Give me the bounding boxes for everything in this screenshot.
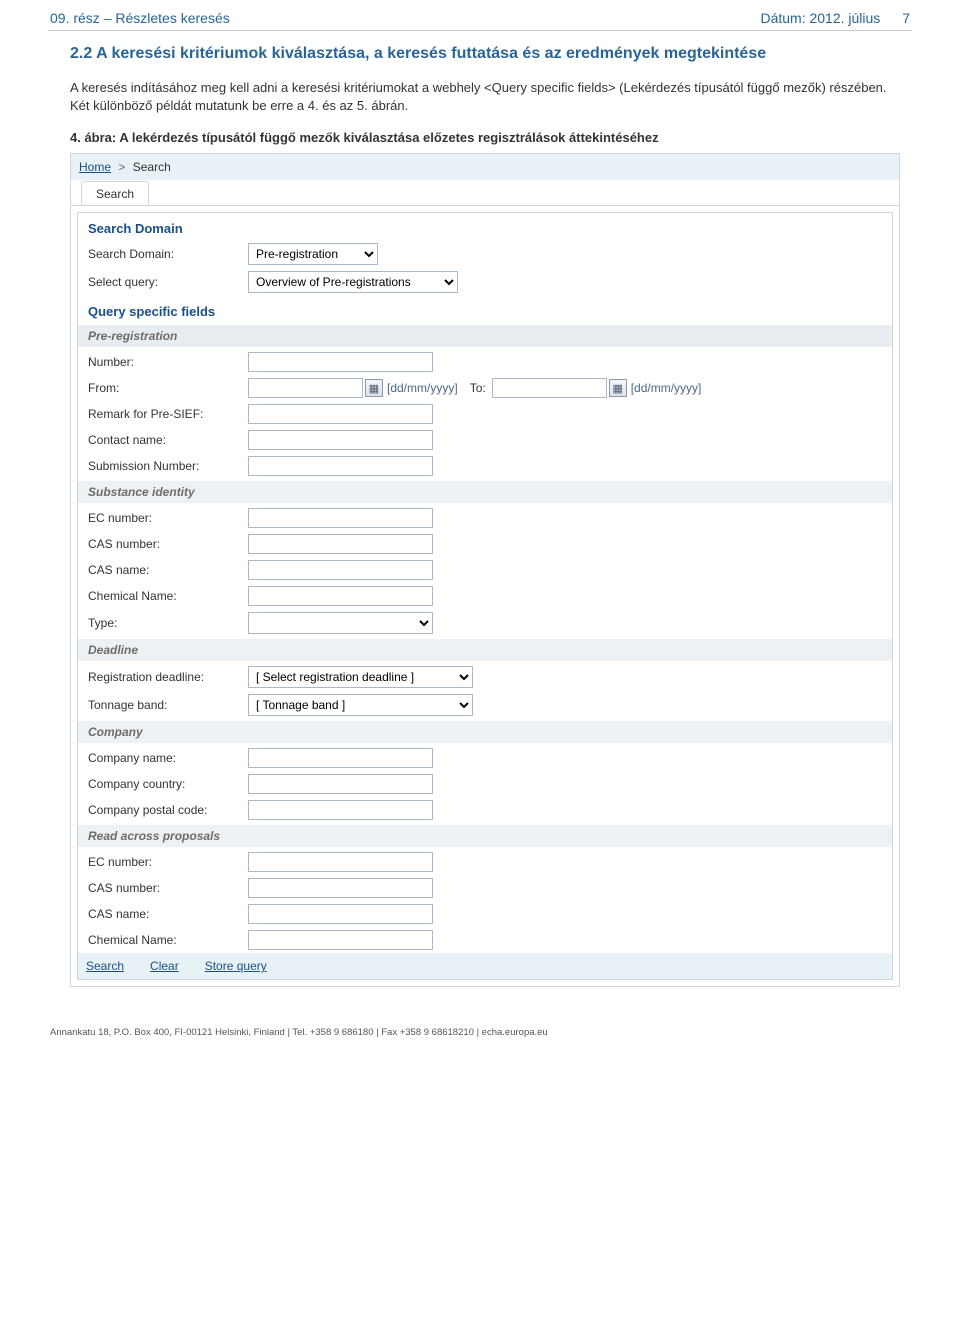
ec-input-2[interactable] xyxy=(248,852,433,872)
to-date-input[interactable] xyxy=(492,378,607,398)
chemname-input[interactable] xyxy=(248,586,433,606)
breadcrumb: Home > Search xyxy=(71,154,899,180)
label-regdeadline: Registration deadline: xyxy=(88,670,248,684)
label-ec2: EC number: xyxy=(88,855,248,869)
header-right: Dátum: 2012. július 7 xyxy=(760,10,910,26)
header-rule xyxy=(48,30,912,31)
breadcrumb-current: Search xyxy=(133,160,171,174)
tab-search[interactable]: Search xyxy=(81,181,149,205)
regdeadline-select[interactable]: [ Select registration deadline ] xyxy=(248,666,473,688)
page-header: 09. rész – Részletes keresés Dátum: 2012… xyxy=(0,0,960,30)
section-paragraph: A keresés indításához meg kell adni a ke… xyxy=(70,79,900,117)
type-select[interactable] xyxy=(248,612,433,634)
tabbar: Search xyxy=(71,180,899,206)
clear-button[interactable]: Clear xyxy=(150,959,179,973)
contact-input[interactable] xyxy=(248,430,433,450)
store-query-button[interactable]: Store query xyxy=(205,959,267,973)
page-number: 7 xyxy=(902,10,910,26)
search-app: Home > Search Search Search Domain Searc… xyxy=(70,153,900,987)
label-search-domain: Search Domain: xyxy=(88,247,248,261)
to-date-hint: [dd/mm/yyyy] xyxy=(631,381,702,395)
header-date: Dátum: 2012. július xyxy=(760,10,880,26)
section-title: 2.2 A keresési kritériumok kiválasztása,… xyxy=(70,43,900,65)
search-domain-title: Search Domain xyxy=(78,213,892,240)
label-type: Type: xyxy=(88,616,248,630)
company-country-input[interactable] xyxy=(248,774,433,794)
tonnage-select[interactable]: [ Tonnage band ] xyxy=(248,694,473,716)
label-copostal: Company postal code: xyxy=(88,803,248,817)
label-casname2: CAS name: xyxy=(88,907,248,921)
chemname-input-2[interactable] xyxy=(248,930,433,950)
ec-input[interactable] xyxy=(248,508,433,528)
submission-no-input[interactable] xyxy=(248,456,433,476)
breadcrumb-sep: > xyxy=(118,160,125,174)
label-cas: CAS number: xyxy=(88,537,248,551)
form-panel: Search Domain Search Domain: Pre-registr… xyxy=(77,212,893,980)
group-deadline: Deadline xyxy=(78,639,892,661)
cas-input-2[interactable] xyxy=(248,878,433,898)
label-cas2: CAS number: xyxy=(88,881,248,895)
calendar-icon[interactable]: ▦ xyxy=(365,379,383,397)
label-cocountry: Company country: xyxy=(88,777,248,791)
casname-input[interactable] xyxy=(248,560,433,580)
remark-input[interactable] xyxy=(248,404,433,424)
label-contact: Contact name: xyxy=(88,433,248,447)
group-preregistration: Pre-registration xyxy=(78,325,892,347)
label-from: From: xyxy=(88,381,248,395)
calendar-icon[interactable]: ▦ xyxy=(609,379,627,397)
breadcrumb-home[interactable]: Home xyxy=(79,160,111,174)
page-footer: Annankatu 18, P.O. Box 400, FI-00121 Hel… xyxy=(50,1027,910,1038)
label-ec: EC number: xyxy=(88,511,248,525)
header-left: 09. rész – Részletes keresés xyxy=(50,10,230,26)
label-chemname: Chemical Name: xyxy=(88,589,248,603)
button-bar: Search Clear Store query xyxy=(78,953,892,979)
number-input[interactable] xyxy=(248,352,433,372)
company-name-input[interactable] xyxy=(248,748,433,768)
cas-input[interactable] xyxy=(248,534,433,554)
from-date-hint: [dd/mm/yyyy] xyxy=(387,381,458,395)
figure-caption: 4. ábra: A lekérdezés típusától függő me… xyxy=(70,130,900,145)
search-domain-select[interactable]: Pre-registration xyxy=(248,243,378,265)
label-tonnage: Tonnage band: xyxy=(88,698,248,712)
casname-input-2[interactable] xyxy=(248,904,433,924)
group-company: Company xyxy=(78,721,892,743)
label-number: Number: xyxy=(88,355,248,369)
label-chemname2: Chemical Name: xyxy=(88,933,248,947)
company-postal-input[interactable] xyxy=(248,800,433,820)
qsf-title: Query specific fields xyxy=(78,296,892,323)
label-to: To: xyxy=(470,381,486,395)
from-date-input[interactable] xyxy=(248,378,363,398)
group-substance: Substance identity xyxy=(78,481,892,503)
label-coname: Company name: xyxy=(88,751,248,765)
label-select-query: Select query: xyxy=(88,275,248,289)
label-remark: Remark for Pre-SIEF: xyxy=(88,407,248,421)
group-rap: Read across proposals xyxy=(78,825,892,847)
select-query-select[interactable]: Overview of Pre-registrations xyxy=(248,271,458,293)
search-button[interactable]: Search xyxy=(86,959,124,973)
label-submission-no: Submission Number: xyxy=(88,459,248,473)
label-casname: CAS name: xyxy=(88,563,248,577)
